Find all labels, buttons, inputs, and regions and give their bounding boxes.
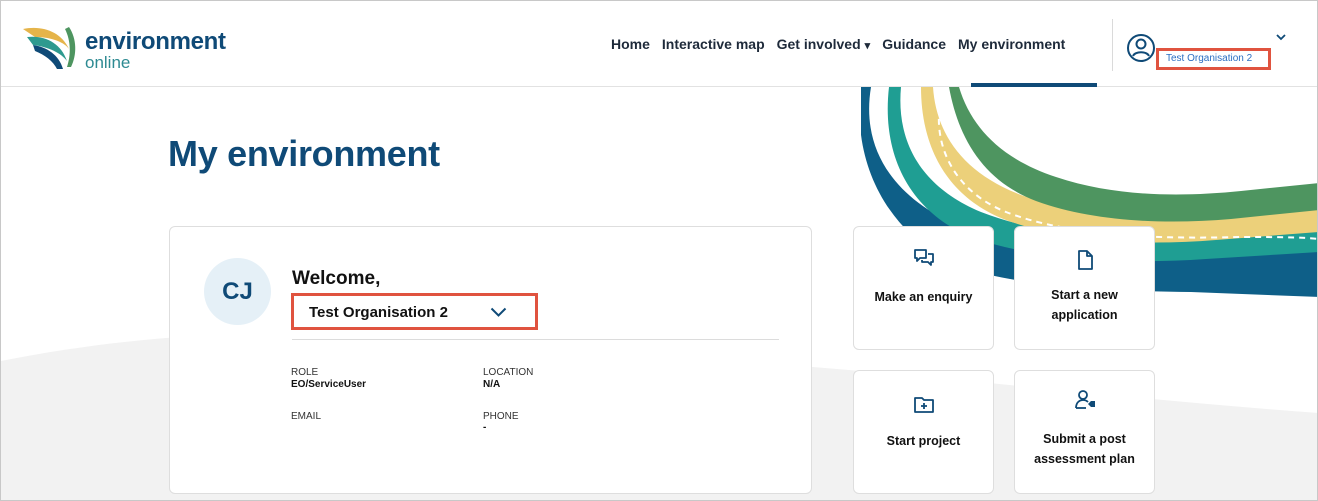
- user-account-icon[interactable]: [1126, 33, 1156, 63]
- phone-label: PHONE: [483, 411, 519, 422]
- submit-post-assessment-label-line1: Submit a post: [1043, 432, 1126, 446]
- nav-guidance[interactable]: Guidance: [882, 36, 946, 52]
- location-label: LOCATION: [483, 367, 534, 378]
- welcome-heading: Welcome,: [292, 268, 381, 289]
- start-new-application-tile[interactable]: Start a new application: [1014, 226, 1155, 350]
- role-label: ROLE: [291, 367, 319, 378]
- nav-home[interactable]: Home: [611, 36, 650, 52]
- brand-title: environment: [85, 28, 226, 55]
- user-menu-organisation[interactable]: Test Organisation 2: [1156, 48, 1271, 70]
- make-enquiry-tile[interactable]: Make an enquiry: [853, 226, 994, 350]
- start-project-tile[interactable]: Start project: [853, 370, 994, 494]
- page-title: My environment: [168, 133, 440, 174]
- organisation-select[interactable]: Test Organisation 2: [291, 293, 538, 330]
- phone-value: -: [483, 422, 487, 433]
- user-tag-icon: [1074, 390, 1095, 409]
- start-new-application-label-line1: Start a new: [1051, 288, 1118, 302]
- nav-get-involved-label: Get involved: [776, 36, 861, 52]
- role-value: EO/ServiceUser: [291, 379, 367, 390]
- page-frame: environment online Home Interactive map …: [0, 0, 1318, 501]
- logo-mark-icon: [23, 27, 76, 69]
- caret-down-icon: ▾: [864, 40, 871, 52]
- avatar: CJ: [204, 258, 271, 325]
- profile-card: CJ Welcome, Test Organisation 2 ROLE EO/…: [169, 226, 812, 494]
- nav-divider: [1112, 19, 1113, 71]
- start-new-application-label-line2: application: [1051, 308, 1118, 322]
- location-value: N/A: [483, 379, 501, 390]
- nav-my-environment[interactable]: My environment: [958, 36, 1065, 52]
- start-project-label: Start project: [886, 434, 961, 448]
- document-icon: [1077, 250, 1093, 270]
- chevron-down-icon[interactable]: [1275, 32, 1287, 42]
- email-label: EMAIL: [291, 411, 322, 422]
- organisation-select-value: Test Organisation 2: [309, 304, 448, 321]
- make-enquiry-label: Make an enquiry: [874, 290, 973, 304]
- chat-bubbles-icon: [913, 249, 934, 266]
- brand-subtitle: online: [85, 53, 131, 72]
- submit-post-assessment-plan-tile[interactable]: Submit a post assessment plan: [1014, 370, 1155, 494]
- site-header: environment online Home Interactive map …: [1, 1, 1317, 87]
- brand-logo[interactable]: environment online: [21, 23, 241, 73]
- chevron-down-icon: [490, 307, 507, 317]
- nav-get-involved[interactable]: Get involved ▾: [777, 36, 871, 52]
- folder-plus-icon: [913, 397, 934, 413]
- main-nav: Home Interactive map Get involved ▾ Guida…: [611, 36, 1077, 52]
- submit-post-assessment-label-line2: assessment plan: [1034, 452, 1135, 466]
- divider: [292, 339, 779, 340]
- nav-interactive-map[interactable]: Interactive map: [662, 36, 765, 52]
- active-nav-indicator: [971, 83, 1097, 87]
